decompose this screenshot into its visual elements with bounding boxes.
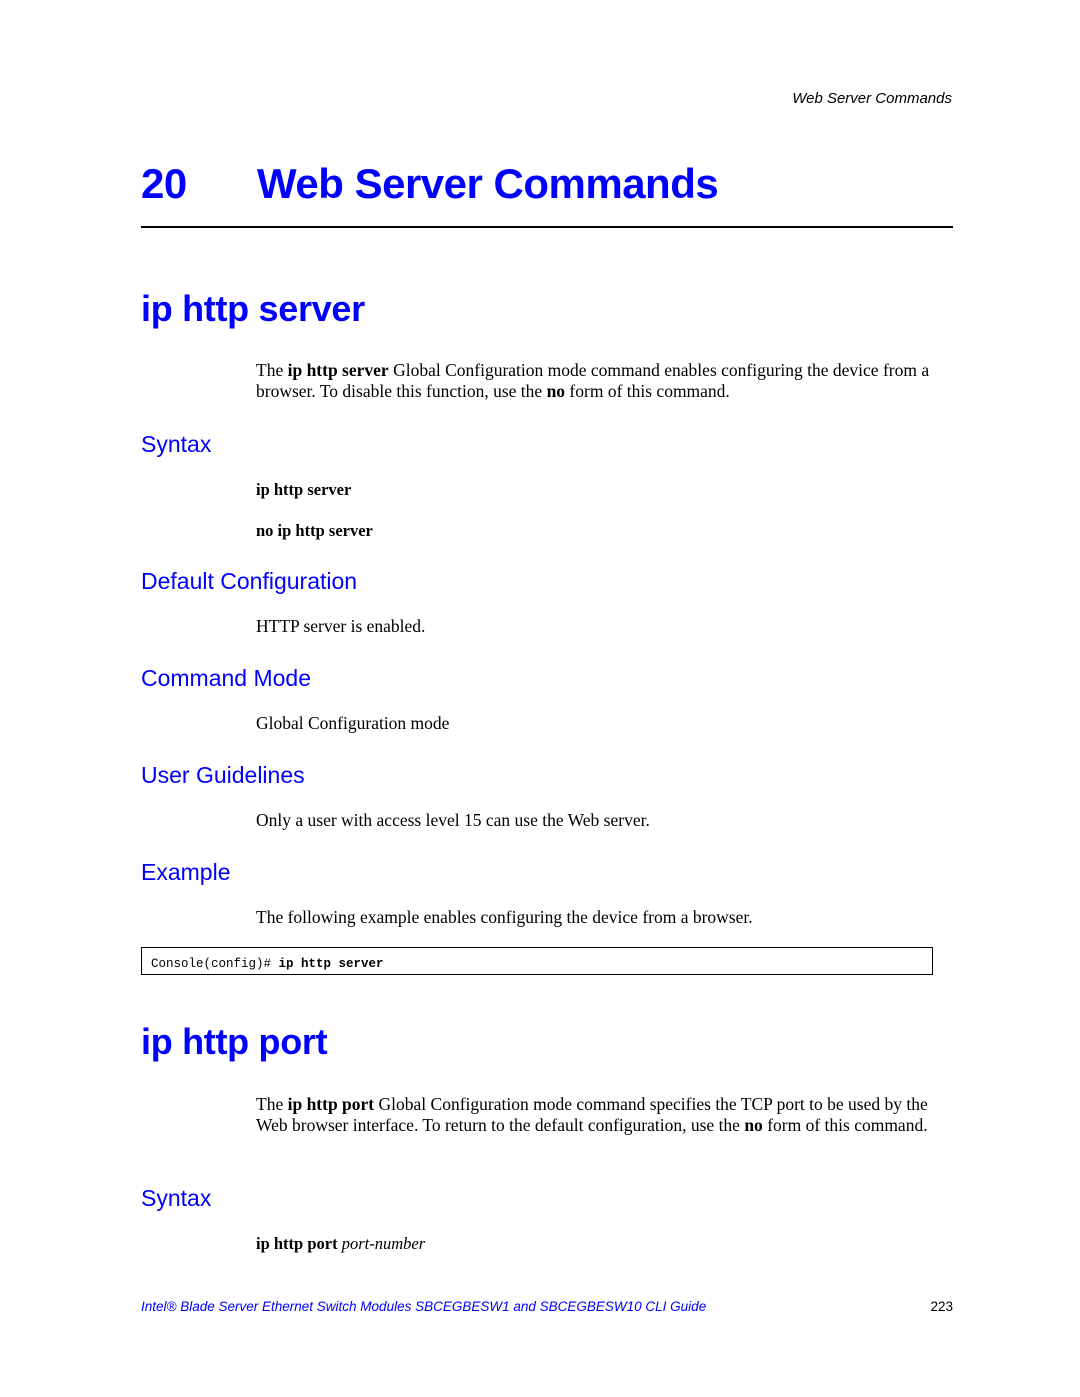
desc-text: The: [256, 360, 288, 380]
code-example-box: Console(config)# ip http server: [141, 947, 933, 975]
syntax-line: ip http server: [256, 480, 352, 499]
syntax-heading: Syntax: [141, 1185, 212, 1211]
running-header: Web Server Commands: [792, 90, 952, 107]
desc-no-keyword: no: [744, 1115, 763, 1135]
chapter-title: 20 Web Server Commands: [141, 160, 719, 208]
desc-text: The: [256, 1094, 288, 1114]
syntax-line: no ip http server: [256, 521, 373, 540]
chapter-rule: [141, 226, 953, 228]
syntax-command: ip http port: [256, 1234, 338, 1253]
syntax-parameter: port-number: [341, 1234, 426, 1253]
chapter-title-text: Web Server Commands: [257, 160, 719, 207]
footer-title: Intel® Blade Server Ethernet Switch Modu…: [141, 1299, 707, 1314]
command-mode-text: Global Configuration mode: [256, 713, 450, 733]
desc-text: form of this command.: [762, 1115, 928, 1135]
user-guidelines-heading: User Guidelines: [141, 762, 305, 788]
example-heading: Example: [141, 859, 231, 885]
command-mode-heading: Command Mode: [141, 665, 312, 691]
code-prompt: Console(config)#: [151, 957, 279, 971]
desc-command: ip http server: [287, 360, 389, 380]
section-title-ip-http-port: ip http port: [141, 1021, 328, 1062]
section-title-ip-http-server: ip http server: [141, 288, 365, 329]
code-command: ip http server: [278, 957, 384, 971]
chapter-number: 20: [141, 160, 187, 207]
default-configuration-text: HTTP server is enabled.: [256, 616, 426, 636]
section1-description: The ip http server Global Configuration …: [256, 360, 956, 402]
example-text: The following example enables configurin…: [256, 907, 753, 927]
syntax-line: ip http port port-number: [256, 1234, 425, 1254]
syntax-heading: Syntax: [141, 431, 212, 457]
desc-command: ip http port: [287, 1094, 375, 1114]
page-number: 223: [930, 1299, 953, 1314]
user-guidelines-text: Only a user with access level 15 can use…: [256, 810, 650, 830]
desc-text: form of this command.: [565, 381, 730, 401]
default-configuration-heading: Default Configuration: [141, 568, 358, 594]
section2-description: The ip http port Global Configuration mo…: [256, 1094, 956, 1136]
desc-no-keyword: no: [546, 381, 566, 401]
